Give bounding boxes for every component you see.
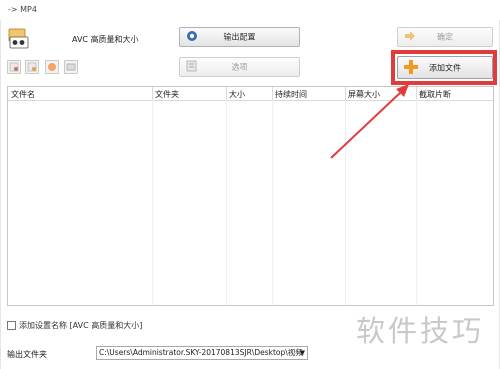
play-icon[interactable] <box>45 60 59 74</box>
output-config-button[interactable]: 输出配置 <box>179 27 300 47</box>
watermark: 软件技巧 <box>356 314 485 348</box>
options-label: 选项 <box>231 62 248 72</box>
options-button[interactable]: 选项 <box>179 57 300 77</box>
column-divider <box>345 87 346 100</box>
column-divider <box>152 87 153 100</box>
media-info-icon[interactable] <box>64 60 78 74</box>
confirm-label: 确定 <box>437 32 453 42</box>
column-guide <box>226 100 227 305</box>
format-icon <box>7 28 29 50</box>
add-setting-name-checkbox[interactable] <box>7 321 16 330</box>
clear-icon[interactable] <box>25 60 39 74</box>
remove-icon[interactable] <box>7 60 21 74</box>
column-guide <box>152 100 153 305</box>
highlight-box <box>391 50 497 85</box>
add-setting-name-label: 添加设置名称 [AVC 高质量和大小] <box>19 321 143 330</box>
output-folder-select[interactable]: C:\Users\Administrator.SKY-20170813SJR\D… <box>96 346 308 360</box>
column-header[interactable]: 文件夹 <box>155 89 179 100</box>
title-bar: -> MP4 <box>0 0 500 20</box>
output-config-label: 输出配置 <box>223 32 256 42</box>
column-header[interactable]: 大小 <box>229 89 245 100</box>
column-header[interactable]: 截取片断 <box>419 89 451 100</box>
chevron-down-icon[interactable]: ▼ <box>300 347 305 359</box>
output-folder-label: 输出文件夹 <box>7 350 47 359</box>
add-setting-name-row[interactable]: 添加设置名称 [AVC 高质量和大小] <box>7 320 142 331</box>
column-guide <box>272 100 273 305</box>
column-divider <box>226 87 227 100</box>
column-divider <box>416 87 417 100</box>
column-header[interactable]: 文件名 <box>11 89 35 100</box>
column-guide <box>345 100 346 305</box>
column-divider <box>272 87 273 100</box>
profile-name: AVC 高质量和大小 <box>72 35 139 44</box>
column-guide <box>416 100 417 305</box>
output-folder-value: C:\Users\Administrator.SKY-20170813SJR\D… <box>99 348 303 357</box>
column-header[interactable]: 持续时间 <box>275 89 307 100</box>
table-header: 文件名 文件夹 大小 持续时间 屏幕大小 截取片断 <box>8 87 493 101</box>
column-header[interactable]: 屏幕大小 <box>348 89 380 100</box>
confirm-button[interactable]: 确定 <box>397 27 493 47</box>
file-table[interactable]: 文件名 文件夹 大小 持续时间 屏幕大小 截取片断 <box>7 86 494 306</box>
window-title: -> MP4 <box>8 5 37 14</box>
